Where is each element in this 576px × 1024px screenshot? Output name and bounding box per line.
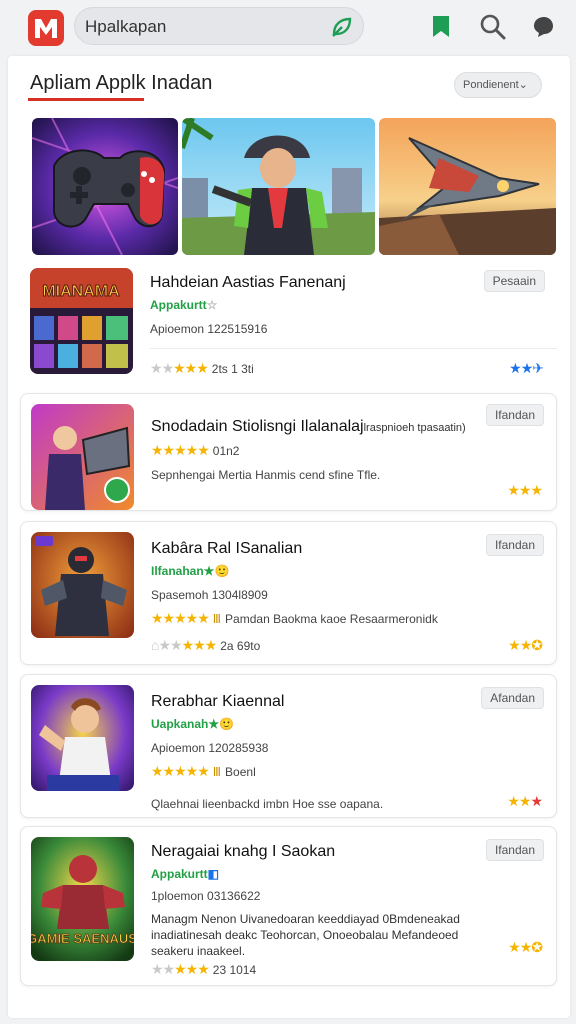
developer-name: Appakurtt [150, 298, 207, 312]
sort-dropdown[interactable]: Pondienent⌄ [454, 72, 542, 98]
app-name: Neragaiai knahg I Saokan [151, 843, 336, 860]
score-stars: ★★✪ [508, 637, 543, 653]
game-art-image [31, 685, 134, 791]
logo-mark-icon [35, 19, 57, 38]
developer-badge-icon: 🙂 [219, 717, 235, 731]
score-stars: ★★★ [507, 793, 543, 809]
app-card[interactable]: Kabâra Ral ISanalian Ilfanahan★🙂 Spasemo… [20, 521, 557, 665]
app-meta: Apioemon 120285938 [151, 741, 269, 755]
search-bar[interactable]: Hpalkapan [74, 7, 364, 45]
chevron-down-icon: ⌄ [518, 79, 528, 91]
app-name: Hahdeian Aastias Fanenanj [150, 274, 346, 291]
install-button[interactable]: Ifandan [485, 404, 544, 426]
banner-controller[interactable] [32, 118, 178, 255]
game-art-image: GAMIE SAENAUS [31, 837, 134, 961]
developer-name: Appakurtt [151, 867, 208, 881]
bookmark-icon[interactable] [426, 12, 456, 42]
thumbnail-logo-text: MIANAMA [42, 283, 120, 300]
thumbnail-logo-text: GAMIE SAENAUS [31, 931, 134, 946]
score-stars: ★★★ [507, 482, 543, 498]
tagline-row: ★★★★★ Ⅲ Boenl [151, 763, 256, 779]
divider [150, 348, 557, 349]
developer-badge-icon: ◧ [207, 867, 220, 881]
main-panel: Apliam Applk Inadan Pondienent⌄ MIANAMA … [8, 56, 570, 1018]
install-button[interactable]: Ifandan [485, 839, 544, 861]
game-art-image [31, 404, 134, 510]
app-tagline: Boenl [225, 765, 256, 779]
app-meta: 1ploemon 03136622 [151, 889, 261, 903]
rating-count: 23 1014 [212, 963, 257, 977]
search-icon[interactable] [478, 12, 508, 42]
developer-label: Uapkanah★🙂 [151, 717, 234, 731]
app-card[interactable]: MIANAMA Hahdeian Aastias Fanenanj Appaku… [20, 262, 557, 394]
app-name: Rerabhar Kiaennal [151, 693, 285, 710]
rating-stars: ★★★★★ 2ts 1 3ti [150, 360, 254, 376]
banner-spaceship[interactable] [379, 118, 556, 255]
rating-count: 2ts 1 3ti [211, 362, 254, 376]
app-name: Kabâra Ral ISanalian [151, 540, 303, 557]
developer-name: Uapkanah★ [151, 717, 220, 731]
hero-image [182, 118, 375, 255]
app-name-sub: lraspnioeh tpasaatin) [363, 422, 466, 434]
developer-name: Ilfanahan★ [151, 564, 215, 578]
app-thumbnail: MIANAMA [30, 268, 133, 374]
title-underline [28, 98, 144, 101]
banner-hero[interactable] [182, 118, 375, 255]
install-button[interactable]: Pesaain [483, 270, 545, 292]
app-tagline: Pamdan Baokma kaoe Resaarmeronidk [225, 612, 438, 626]
app-description: Managm Nenon Uivanedoaran keeddiayad 0Bm… [151, 912, 460, 958]
developer-label: Appakurtt☆ [150, 298, 217, 312]
app-name-main: Snodadain Stiolisngi Ilalanalaj [151, 418, 364, 435]
top-bar: Hpalkapan [0, 0, 576, 54]
app-meta: Spasemoh 1304l8909 [151, 588, 268, 602]
app-thumbnail [31, 404, 134, 510]
app-card[interactable]: Rerabhar Kiaennal Uapkanah★🙂 Apioemon 12… [20, 674, 557, 818]
spaceship-image [379, 118, 556, 255]
sort-label: Pondienent [463, 79, 519, 91]
game-art-image: MIANAMA [30, 268, 133, 374]
app-card[interactable]: GAMIE SAENAUS Neragaiai knahg I Saokan A… [20, 826, 557, 986]
app-name: Snodadain Stiolisngi Ilalanalajlraspnioe… [151, 418, 466, 436]
developer-badge-icon: 🙂 [214, 564, 230, 578]
rating-count: 2a 69to [220, 639, 261, 653]
app-description: Qlaehnai lieenbackd imbn Hoe sse oapana. [151, 797, 384, 811]
rating-stars: ★★★★★ 01n2 [151, 442, 240, 458]
app-thumbnail: GAMIE SAENAUS [31, 837, 134, 961]
leaf-icon[interactable] [329, 14, 355, 40]
rating-stars: ⌂★★★★★ 2a 69to [151, 637, 261, 653]
search-input[interactable]: Hpalkapan [85, 17, 166, 37]
game-art-image [31, 532, 134, 638]
developer-label: Appakurtt◧ [151, 867, 219, 881]
score-stars: ★★✈ [509, 360, 544, 376]
developer-label: Ilfanahan★🙂 [151, 564, 229, 578]
app-thumbnail [31, 532, 134, 638]
chat-icon[interactable] [528, 12, 558, 42]
app-meta: Apioemon 122515916 [150, 322, 268, 336]
developer-badge-icon: ☆ [206, 298, 218, 312]
section-title: Apliam Applk Inadan [30, 72, 213, 94]
install-button[interactable]: Afandan [481, 687, 544, 709]
app-thumbnail [31, 685, 134, 791]
controller-image [32, 118, 178, 255]
rating-count: 01n2 [212, 444, 240, 458]
score-stars: ★★✪ [508, 939, 543, 955]
app-description: Sepnhengai Mertia Hanmis cend sfine Tfle… [151, 468, 381, 482]
rating-stars: ★★★★★ 23 1014 [151, 961, 257, 977]
app-card[interactable]: Snodadain Stiolisngi Ilalanalajlraspnioe… [20, 393, 557, 511]
app-logo[interactable] [28, 10, 64, 46]
tagline-row: ★★★★★ Ⅲ Pamdan Baokma kaoe Resaarmeronidk [151, 610, 438, 626]
install-button[interactable]: Ifandan [485, 534, 544, 556]
